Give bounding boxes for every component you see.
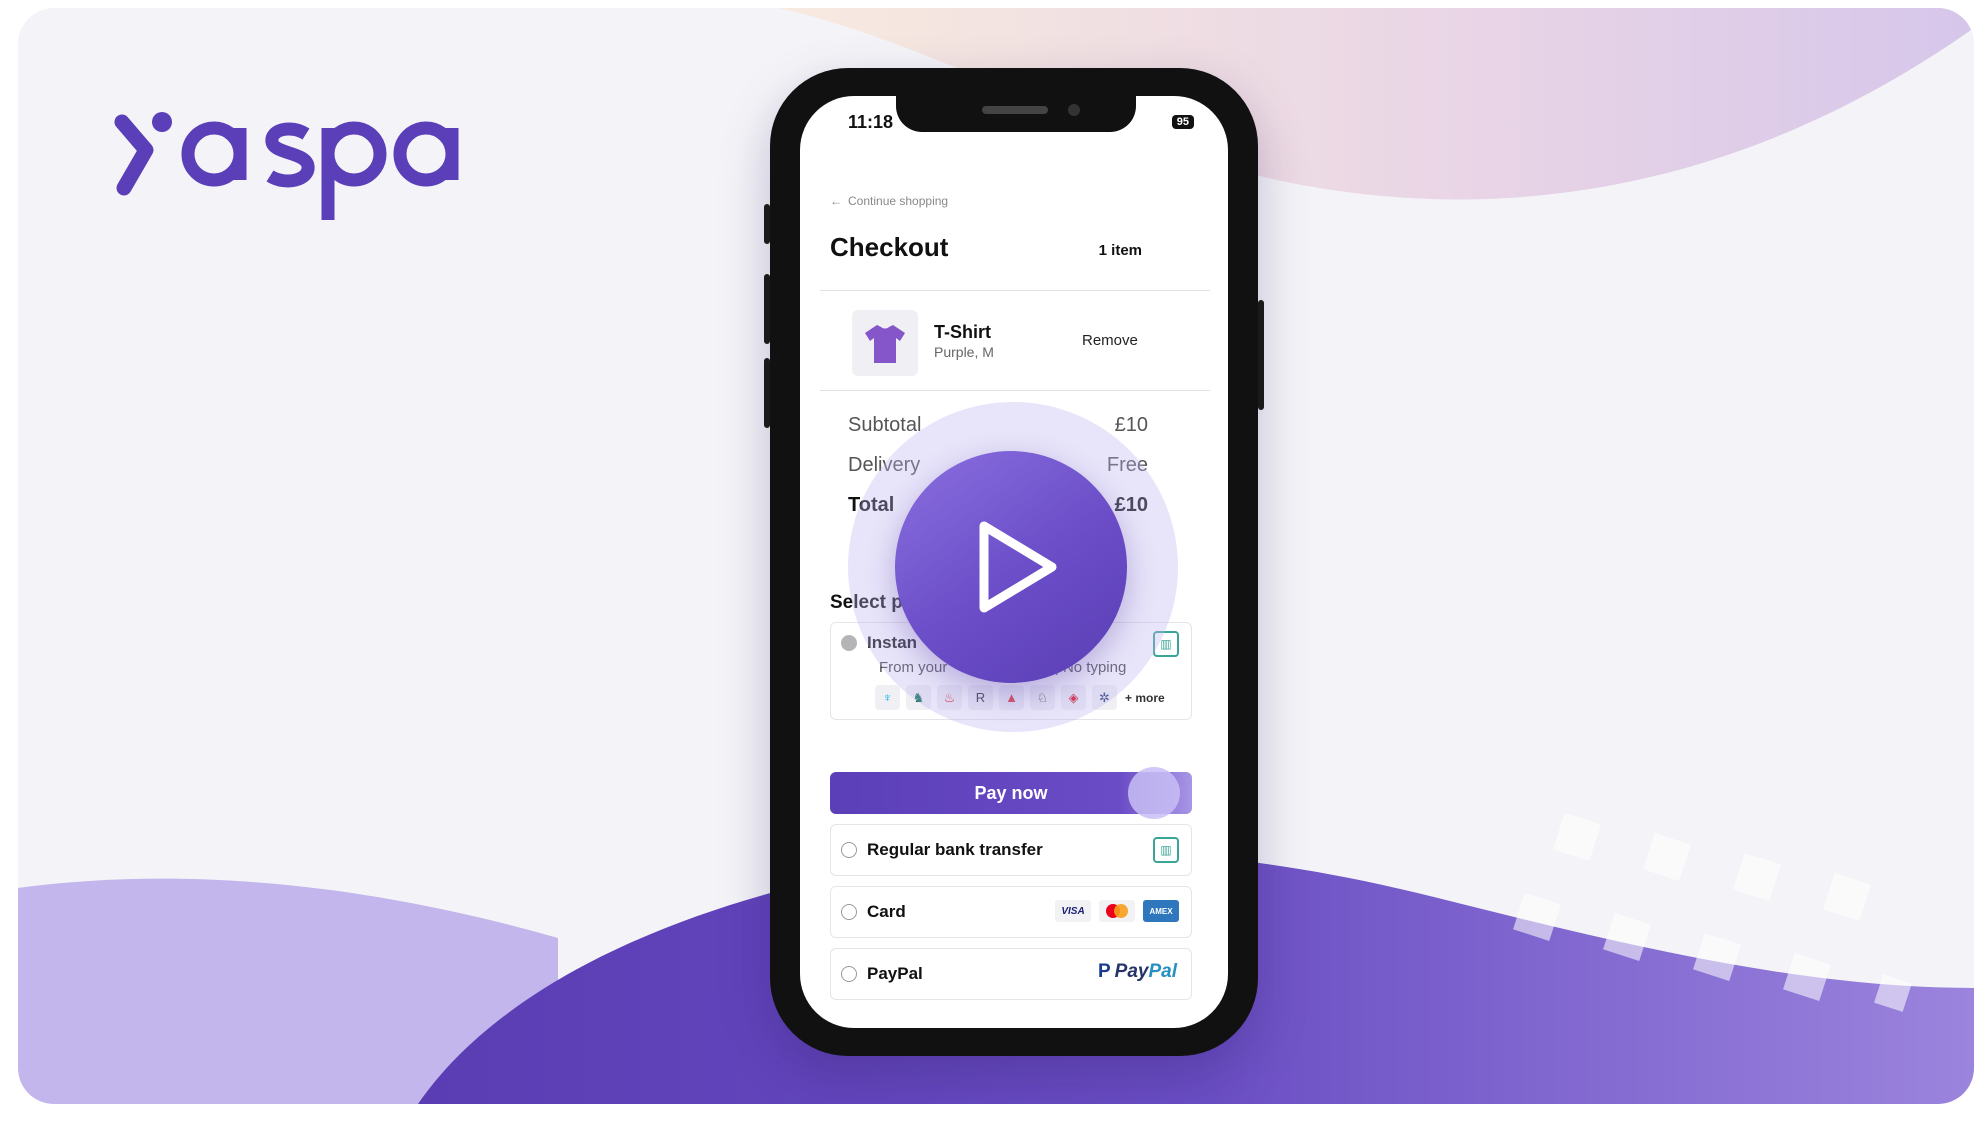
play-video-button[interactable] (895, 451, 1127, 683)
subtotal-label: Subtotal (848, 414, 922, 436)
yaspa-logo (114, 112, 459, 220)
paypal-logo-icon: P PayPal (1098, 961, 1177, 983)
remove-button[interactable]: Remove (1082, 332, 1138, 349)
play-icon (979, 521, 1057, 613)
divider (820, 290, 1210, 291)
checkout-title: Checkout (830, 232, 949, 262)
phone-volume-down (764, 358, 770, 428)
more-banks-label: + more (1125, 690, 1165, 705)
continue-shopping-link[interactable]: ← Continue shopping (830, 194, 948, 208)
radio-card[interactable] (841, 904, 857, 920)
phone-power-button (1258, 300, 1264, 410)
visa-icon: VISA (1055, 900, 1091, 922)
product-variant: Purple, M (934, 344, 994, 360)
product-image (852, 310, 918, 376)
bank-icon: ▥ (1153, 837, 1179, 863)
barclays-icon: ♆ (875, 685, 900, 710)
camera-icon (1068, 104, 1080, 116)
paypal-logo-pal: Pal (1148, 961, 1177, 982)
divider (820, 390, 1210, 391)
regular-bank-transfer-label: Regular bank transfer (867, 840, 1043, 859)
product-name: T-Shirt (934, 322, 991, 342)
payment-option-regular-bank-transfer[interactable]: Regular bank transfer ▥ (830, 824, 1192, 876)
paypal-logo-pay: Pay (1114, 961, 1149, 982)
status-time: 11:18 (848, 112, 894, 132)
mastercard-icon (1099, 900, 1135, 922)
phone-mute-switch (764, 204, 770, 244)
radio-regular-bank-transfer[interactable] (841, 842, 857, 858)
radio-instant[interactable] (841, 635, 857, 651)
amex-icon: AMEX (1143, 900, 1179, 922)
payment-option-card[interactable]: Card VISA AMEX (830, 886, 1192, 938)
subtotal-value: £10 (1114, 414, 1148, 436)
phone-volume-up (764, 274, 770, 344)
arrow-left-icon: ← (830, 194, 842, 208)
phone-notch (896, 96, 1136, 132)
paypal-option-label: PayPal (867, 964, 923, 983)
battery-indicator: 95 (1171, 115, 1194, 129)
radio-paypal[interactable] (841, 966, 857, 982)
card-option-label: Card (867, 902, 906, 921)
item-count: 1 item (1098, 242, 1142, 259)
paypal-p-icon: P (1097, 961, 1111, 982)
touch-indicator (1128, 767, 1180, 819)
card-brand-icons: VISA AMEX (1055, 900, 1179, 922)
tshirt-icon (865, 325, 905, 363)
speaker-grille (982, 106, 1048, 114)
payment-option-paypal[interactable]: PayPal P PayPal (830, 948, 1192, 1000)
continue-shopping-label: Continue shopping (848, 194, 949, 208)
video-thumbnail-card[interactable]: 11:18 95 ← Continue shopping Checkout 1 … (18, 8, 1974, 1104)
